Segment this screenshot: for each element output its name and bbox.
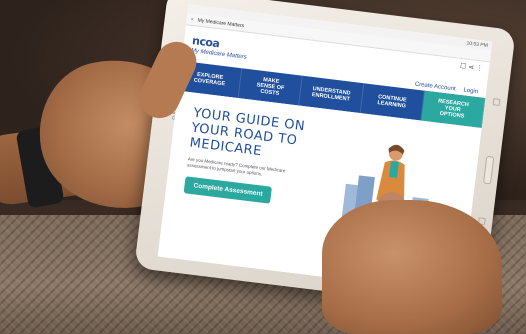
hero-title: YOUR GUIDE ON YOUR ROAD TO MEDICARE [188, 105, 306, 160]
login-link[interactable]: Login [463, 87, 478, 95]
home-button[interactable] [482, 155, 495, 185]
close-tab-icon[interactable]: × [190, 16, 194, 22]
header-menu-icons[interactable]: ☐ ⋖ ⋮ [460, 62, 484, 73]
recent-apps-key[interactable] [492, 98, 501, 106]
right-hand [322, 200, 502, 334]
complete-assessment-button[interactable]: Complete Assessment [183, 176, 273, 204]
photo-scene: SAMSUNG 10:53 PM × My Medicare Matters n… [0, 0, 526, 334]
site-logo[interactable]: ncoa My Medicare Matters [191, 34, 249, 61]
